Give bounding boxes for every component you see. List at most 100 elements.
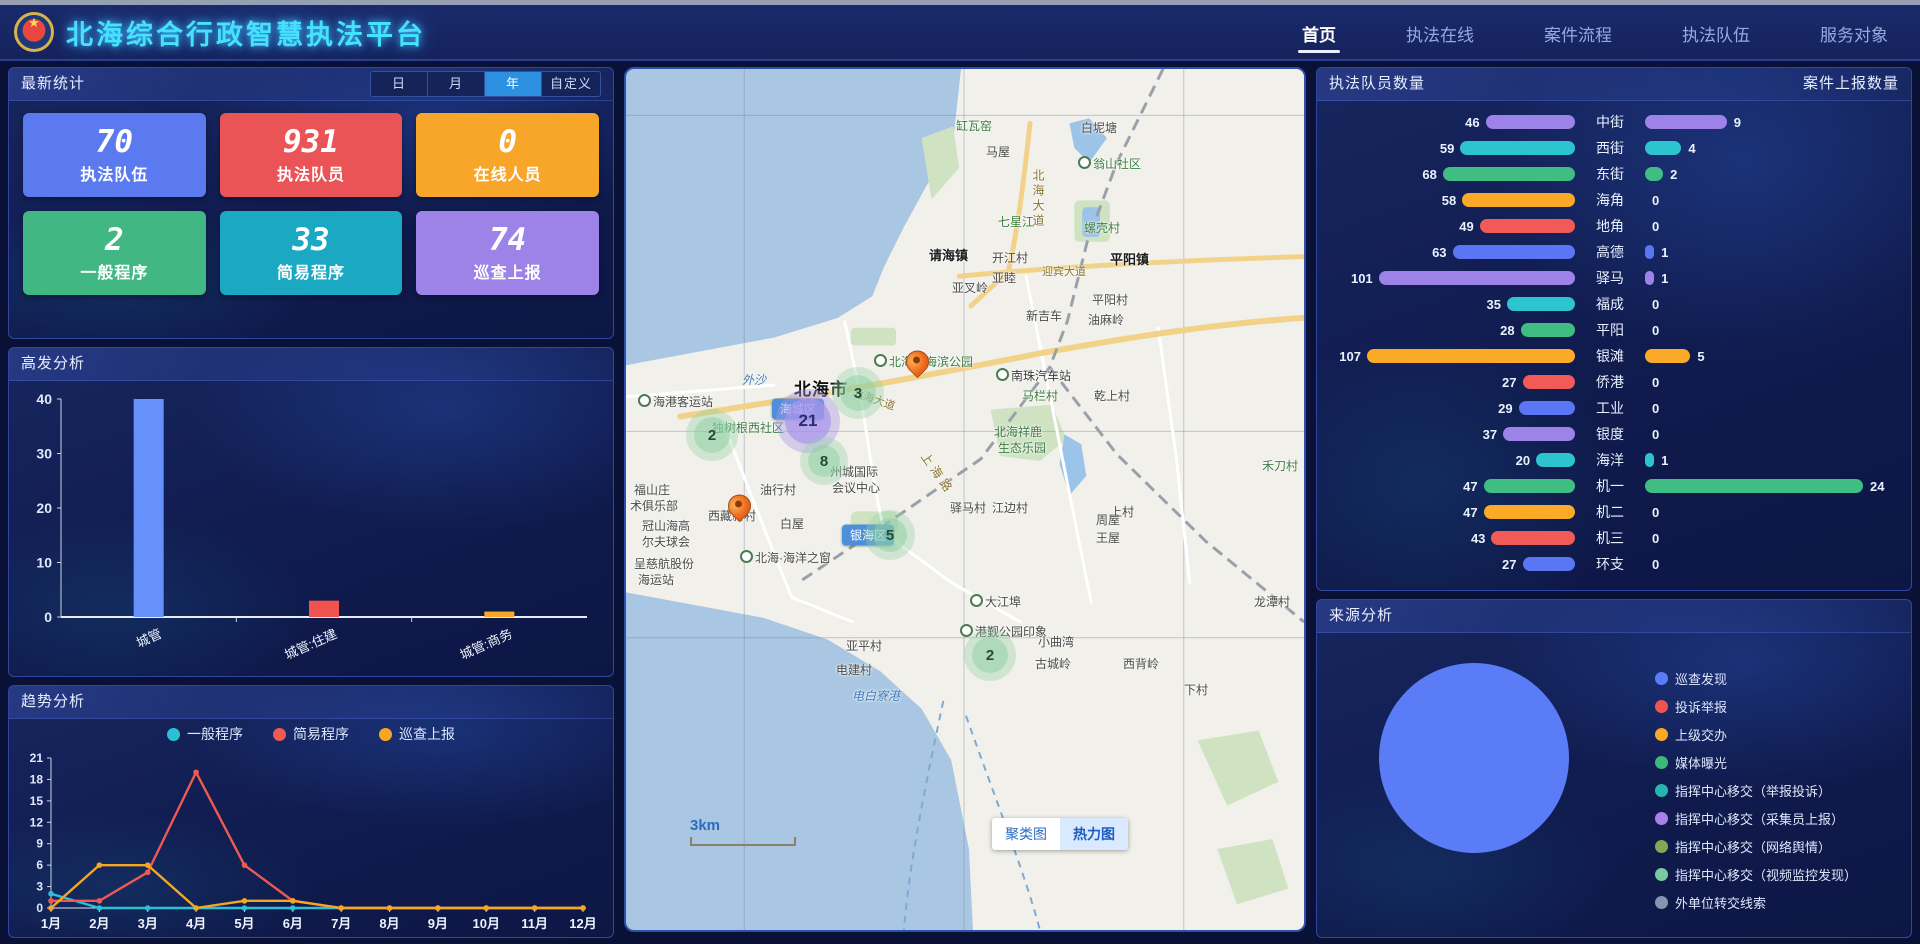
map-cluster-marker[interactable]: 2 <box>972 637 1008 673</box>
svg-text:1月: 1月 <box>41 916 61 931</box>
svg-text:0: 0 <box>44 609 52 625</box>
svg-text:20: 20 <box>36 500 52 516</box>
case-count-value: 24 <box>1870 479 1884 494</box>
header: ★ 北海综合行政智慧执法平台 首页执法在线案件流程执法队伍服务对象 <box>0 5 1920 61</box>
map-label: 海港客运站 <box>638 393 713 410</box>
team-name: 西街 <box>1575 138 1645 158</box>
map-pin-icon[interactable] <box>906 350 930 374</box>
map-pin-icon[interactable] <box>728 494 752 518</box>
source-analysis-title: 来源分析 <box>1329 600 1393 632</box>
nav-item-执法队伍[interactable]: 执法队伍 <box>1678 7 1754 57</box>
svg-text:12: 12 <box>30 815 44 829</box>
source-analysis-panel: 来源分析 巡查发现投诉举报上级交办媒体曝光指挥中心移交（举报投诉）指挥中心移交（… <box>1316 599 1912 938</box>
pie-legend-item: 巡查发现 <box>1655 669 1857 688</box>
team-count-value: 101 <box>1351 271 1373 286</box>
map-label: 七星江 <box>998 213 1034 230</box>
table-row-平阳: 28平阳0 <box>1323 317 1897 343</box>
map-cluster-marker[interactable]: 8 <box>808 445 840 477</box>
nav-item-首页[interactable]: 首页 <box>1298 7 1340 57</box>
case-count-value: 0 <box>1652 427 1659 442</box>
svg-text:21: 21 <box>30 751 44 765</box>
team-count-value: 43 <box>1471 531 1485 546</box>
pie-legend-item: 上级交办 <box>1655 725 1857 744</box>
case-bar-right: 0 <box>1645 557 1897 572</box>
team-bars: 46中街959西街468东街258海角049地角063高德1101驿马135福成… <box>1317 101 1911 577</box>
team-bar-left: 68 <box>1323 167 1575 182</box>
map-label: 大江埠 <box>970 593 1021 610</box>
map-label: 西背岭 <box>1123 655 1159 672</box>
stat-cards: 70执法队伍931执法队员0在线人员2一般程序33简易程序74巡查上报 <box>9 101 613 307</box>
svg-text:2月: 2月 <box>89 916 109 931</box>
table-row-西街: 59西街4 <box>1323 135 1897 161</box>
map-cluster-marker[interactable]: 2 <box>694 417 730 453</box>
team-count-bar <box>1523 375 1575 389</box>
high-freq-bar-chart: 010203040城管城管:住建城管:商务 <box>15 383 601 673</box>
map-label: 王屋 <box>1096 529 1120 546</box>
stat-card-label: 执法队伍 <box>80 161 148 185</box>
team-bar-left: 37 <box>1323 427 1575 442</box>
map-scale: 3km <box>690 817 796 846</box>
city-map[interactable]: 缸瓦窑马屋白坭塘翁山社区北海大道七星江螺壳村请海镇开江村亚睦迎宾大道亚叉岭平阳镇… <box>624 67 1306 932</box>
case-count-value: 0 <box>1652 531 1659 546</box>
svg-text:18: 18 <box>30 772 44 786</box>
team-count-bar <box>1536 453 1575 467</box>
legend-dot <box>1655 812 1668 825</box>
case-bar-right: 1 <box>1645 271 1897 286</box>
team-bar-left: 47 <box>1323 505 1575 520</box>
team-count-value: 27 <box>1502 375 1516 390</box>
tab-年[interactable]: 年 <box>485 72 542 96</box>
map-cluster-marker[interactable]: 3 <box>840 375 876 411</box>
team-name: 高德 <box>1575 242 1645 262</box>
tab-日[interactable]: 日 <box>371 72 428 96</box>
case-count-value: 2 <box>1670 167 1677 182</box>
map-cluster-marker[interactable]: 21 <box>785 398 831 444</box>
case-count-value: 0 <box>1652 297 1659 312</box>
team-name: 工业 <box>1575 398 1645 418</box>
case-bar-right: 2 <box>1645 167 1897 182</box>
team-count-bar <box>1379 271 1575 285</box>
tab-自定义[interactable]: 自定义 <box>542 72 600 96</box>
team-bar-left: 59 <box>1323 141 1575 156</box>
case-count-bar <box>1645 271 1654 285</box>
team-bar-left: 43 <box>1323 531 1575 546</box>
high-freq-title: 高发分析 <box>21 348 85 380</box>
map-label: 马屋 <box>986 143 1010 160</box>
svg-text:6月: 6月 <box>283 916 303 931</box>
team-name: 侨港 <box>1575 372 1645 392</box>
legend-item-一般程序: 一般程序 <box>167 724 243 744</box>
table-row-海洋: 20海洋1 <box>1323 447 1897 473</box>
map-button-聚类图[interactable]: 聚类图 <box>992 818 1060 850</box>
team-bar-left: 63 <box>1323 245 1575 260</box>
case-count-bar <box>1645 349 1690 363</box>
map-button-热力图[interactable]: 热力图 <box>1060 818 1128 850</box>
legend-dot <box>1655 784 1668 797</box>
case-count-title: 案件上报数量 <box>1803 68 1899 100</box>
map-label: 会议中心 <box>832 479 880 496</box>
tab-月[interactable]: 月 <box>428 72 485 96</box>
pin-dot <box>735 500 742 507</box>
case-count-bar <box>1645 167 1663 181</box>
team-count-bar <box>1443 167 1575 181</box>
nav-item-服务对象[interactable]: 服务对象 <box>1816 7 1892 57</box>
latest-stats-panel: 最新统计 日月年自定义 70执法队伍931执法队员0在线人员2一般程序33简易程… <box>8 67 614 339</box>
nav-item-案件流程[interactable]: 案件流程 <box>1540 7 1616 57</box>
pie-legend-label: 巡查发现 <box>1675 669 1727 688</box>
svg-text:3月: 3月 <box>138 916 158 931</box>
team-name: 东街 <box>1575 164 1645 184</box>
team-count-value: 63 <box>1432 245 1446 260</box>
map-cluster-marker[interactable]: 5 <box>873 518 907 552</box>
legend-dot <box>273 728 286 741</box>
team-name: 中街 <box>1575 112 1645 132</box>
pie-legend-label: 指挥中心移交（网络舆情） <box>1675 837 1831 856</box>
team-count-bar <box>1367 349 1575 363</box>
case-count-bar <box>1645 479 1863 493</box>
case-count-bar <box>1645 245 1654 259</box>
stat-card-在线人员: 0在线人员 <box>416 113 599 197</box>
svg-text:40: 40 <box>36 391 52 407</box>
map-label: 上海路 <box>917 449 958 498</box>
pin-dot <box>913 356 920 363</box>
case-count-value: 0 <box>1652 557 1659 572</box>
pie-legend-label: 上级交办 <box>1675 725 1727 744</box>
table-row-东街: 68东街 2 <box>1323 161 1897 187</box>
nav-item-执法在线[interactable]: 执法在线 <box>1402 7 1478 57</box>
